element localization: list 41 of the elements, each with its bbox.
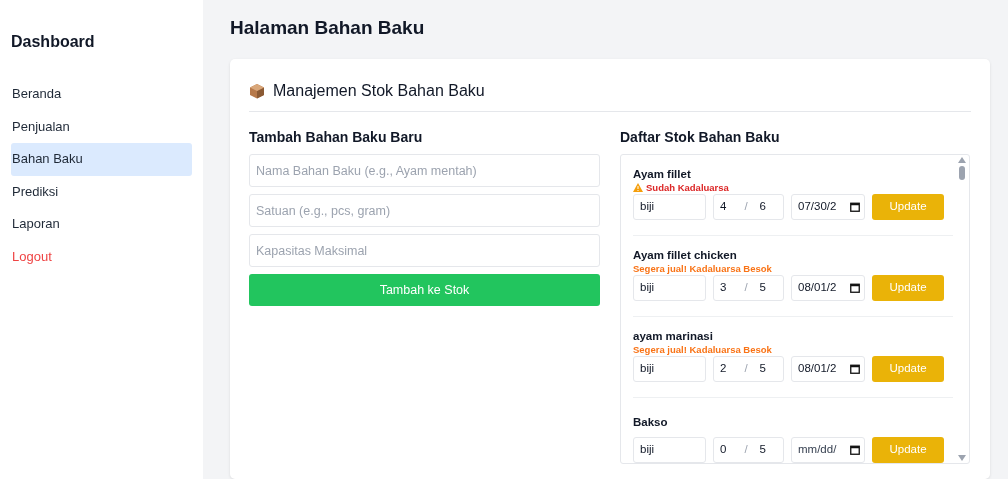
date-field[interactable]: 07/30/2 <box>791 194 865 220</box>
quantity-field[interactable]: 2 / 5 <box>713 356 784 382</box>
warning-icon <box>633 183 643 192</box>
quantity-field[interactable]: 4 / 6 <box>713 194 784 220</box>
section-heading: Daftar Stok Bahan Baku <box>620 128 781 146</box>
date-field[interactable]: 08/01/2 <box>791 275 865 301</box>
scroll-thumb[interactable] <box>959 166 965 180</box>
card-title: Manajemen Stok Bahan Baku <box>273 81 485 101</box>
scrollbar[interactable] <box>955 155 969 463</box>
section-heading: Tambah Bahan Baku Baru <box>249 128 424 146</box>
calendar-icon[interactable] <box>850 283 860 293</box>
unit-field[interactable]: biji <box>633 194 706 220</box>
item-name: Ayam fillet chicken <box>633 248 738 262</box>
status-text: Sudah Kadaluarsa <box>646 181 729 194</box>
unit-field[interactable]: biji <box>633 437 706 463</box>
sidebar-title: Dashboard <box>11 32 96 52</box>
item-name: ayam marinasi <box>633 329 714 343</box>
sidebar-item[interactable]: Bahan Baku <box>11 143 192 176</box>
logout-link[interactable]: Logout <box>11 240 192 273</box>
box-icon <box>249 83 265 99</box>
input-field[interactable]: Satuan (e.g., pcs, gram) <box>249 194 600 227</box>
status-text: Segera jual! Kadaluarsa Besok <box>633 343 772 356</box>
sidebar-item[interactable]: Laporan <box>11 208 192 241</box>
unit-field[interactable]: biji <box>633 356 706 382</box>
calendar-icon[interactable] <box>850 364 860 374</box>
item-name: Ayam fillet <box>633 167 692 181</box>
quantity-field[interactable]: 3 / 5 <box>713 275 784 301</box>
status-text: Segera jual! Kadaluarsa Besok <box>633 262 772 275</box>
calendar-icon[interactable] <box>850 202 860 212</box>
quantity-field[interactable]: 0 / 5 <box>713 437 784 463</box>
sidebar-item[interactable]: Penjualan <box>11 110 192 143</box>
input-field[interactable]: Nama Bahan Baku (e.g., Ayam mentah) <box>249 154 600 187</box>
sidebar-item[interactable]: Prediksi <box>11 175 192 208</box>
unit-field[interactable]: biji <box>633 275 706 301</box>
date-field[interactable]: mm/dd/ <box>791 437 865 463</box>
sidebar-item[interactable]: Beranda <box>11 78 192 111</box>
input-field[interactable]: Kapasitas Maksimal <box>249 234 600 267</box>
calendar-icon[interactable] <box>850 445 860 455</box>
page-title: Halaman Bahan Baku <box>230 16 426 40</box>
item-name: Bakso <box>633 415 669 429</box>
date-field[interactable]: 08/01/2 <box>791 356 865 382</box>
